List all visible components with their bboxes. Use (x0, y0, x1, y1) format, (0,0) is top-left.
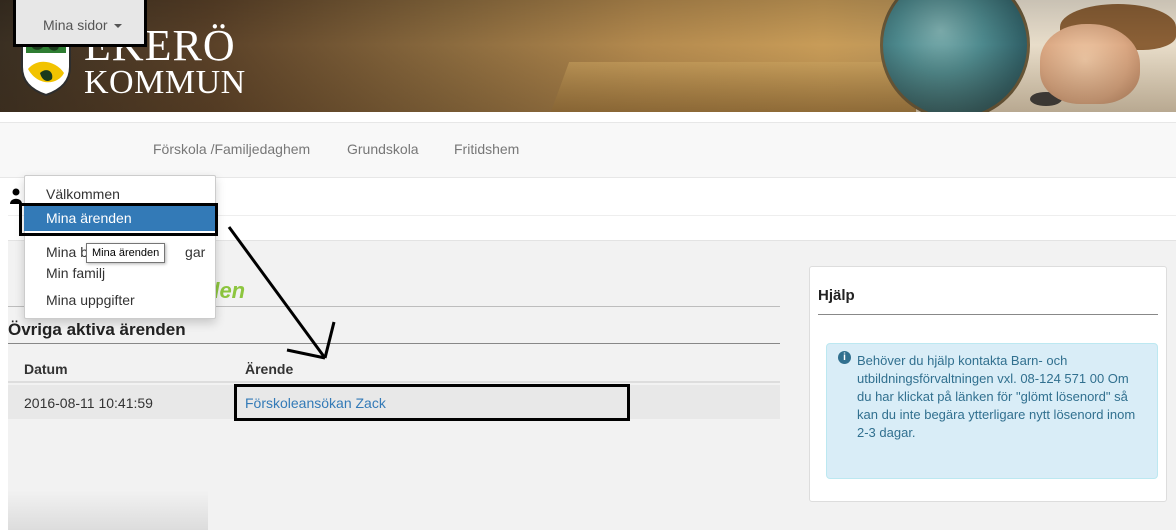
help-text: Behöver du hjälp kontakta Barn- och utbi… (857, 353, 1136, 440)
menu-item-mina-uppgifter[interactable]: Mina uppgifter (24, 287, 216, 313)
menu-item-min-familj[interactable]: Min familj (24, 260, 216, 286)
column-header-arende[interactable]: Ärende (245, 361, 293, 377)
divider (8, 343, 780, 344)
divider (818, 314, 1158, 315)
nav-mina-sidor[interactable]: Mina sidor (13, 0, 147, 47)
logo-line-2: KOMMUN (84, 64, 246, 101)
info-circle-icon: i (838, 351, 851, 364)
caret-down-icon (113, 24, 122, 29)
section-title: Övriga aktiva ärenden (8, 320, 186, 339)
footer-silhouette (8, 490, 208, 530)
nav-grundskola[interactable]: Grundskola (347, 122, 419, 178)
table-header-border (8, 381, 780, 383)
menu-item-label-suffix: gar (185, 244, 206, 260)
menu-item-label: Mina b (46, 244, 89, 260)
annotation-box-link (234, 384, 630, 421)
help-title: Hjälp (818, 287, 855, 304)
tooltip: Mina ärenden (86, 243, 166, 263)
annotation-box-menu-item (19, 203, 218, 236)
nav-forskola[interactable]: Förskola /Familjedaghem (153, 122, 310, 178)
help-alert: Behöver du hjälp kontakta Barn- och utbi… (826, 343, 1158, 479)
nav-fritidshem[interactable]: Fritidshem (454, 122, 519, 178)
column-header-datum: Datum (24, 361, 68, 377)
table-cell-datum: 2016-08-11 10:41:59 (24, 395, 153, 411)
nav-mina-sidor-label: Mina sidor (43, 17, 108, 33)
